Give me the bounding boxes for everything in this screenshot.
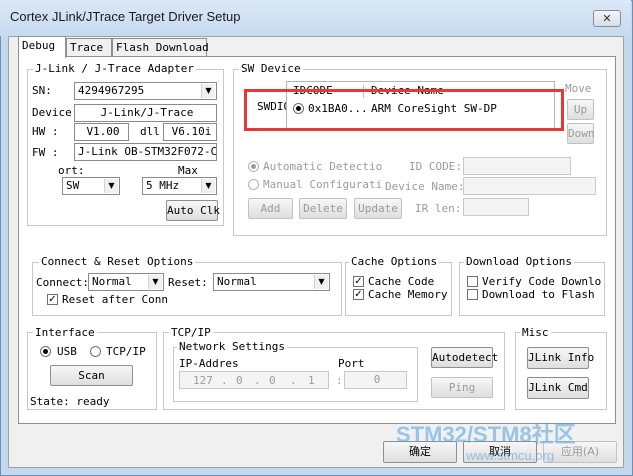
reset-after-conn-checkbox[interactable]: ✓	[47, 294, 58, 305]
auto-detect-label[interactable]: Automatic Detectio	[263, 160, 382, 173]
cache-code-label[interactable]: Cache Code	[368, 275, 434, 288]
scan-button[interactable]: Scan	[50, 365, 133, 386]
sn-label: SN:	[32, 84, 52, 97]
interface-legend: Interface	[33, 326, 97, 339]
connect-select[interactable]: Normal ▼	[88, 273, 164, 291]
device-label: Device:	[32, 106, 79, 119]
tcpip-radio[interactable]	[90, 346, 101, 357]
tcpip-radio-label[interactable]: TCP/IP	[106, 345, 146, 358]
chevron-down-icon: ▼	[104, 179, 118, 193]
chevron-down-icon: ▼	[201, 179, 215, 193]
chevron-down-icon: ▼	[314, 275, 328, 289]
ip-octet-4: 1	[308, 374, 315, 387]
autodetect-button[interactable]: Autodetect	[431, 347, 498, 368]
auto-clk-button[interactable]: Auto Clk	[166, 200, 220, 221]
ip-address-label: IP-Addres	[179, 357, 239, 370]
tab-trace[interactable]: Trace	[66, 38, 112, 57]
jlink-info-button[interactable]: JLink Info	[527, 347, 594, 369]
download-flash-checkbox[interactable]	[467, 289, 478, 300]
cache-memory-label[interactable]: Cache Memory	[368, 288, 447, 301]
ip-octet-2: 0	[236, 374, 243, 387]
chevron-down-icon: ▼	[148, 275, 162, 289]
usb-radio[interactable]	[40, 346, 51, 357]
ip-dot-1: .	[221, 374, 228, 387]
close-icon: ✕	[602, 12, 612, 25]
dll-label: dll	[140, 125, 160, 138]
id-code-label: ID CODE:	[409, 160, 462, 173]
max-clock-value: 5 MHz	[146, 179, 180, 192]
move-up-button[interactable]: Up	[567, 99, 594, 120]
adapter-legend: J-Link / J-Trace Adapter	[33, 62, 196, 75]
sn-select[interactable]: 4294967295 ▼	[74, 82, 217, 100]
ip-dot-2: .	[254, 374, 261, 387]
port-value: SW	[66, 179, 80, 192]
tab-debug[interactable]: Debug	[18, 36, 66, 58]
hw-label: HW :	[32, 125, 59, 138]
verify-code-label[interactable]: Verify Code Downlo	[482, 275, 601, 288]
usb-label[interactable]: USB	[57, 345, 77, 358]
reset-value: Normal	[217, 275, 257, 288]
fw-field: J-Link OB-STM32F072-Cor	[74, 143, 217, 161]
update-button[interactable]: Update	[354, 198, 402, 219]
delete-button[interactable]: Delete	[299, 198, 347, 219]
port-separator: :	[336, 374, 343, 387]
hw-field: V1.00	[74, 123, 129, 141]
device-name-input[interactable]	[463, 177, 596, 195]
port-select[interactable]: SW ▼	[62, 177, 120, 195]
cache-options-legend: Cache Options	[349, 255, 440, 268]
misc-legend: Misc	[520, 326, 551, 339]
move-down-button[interactable]: Down	[567, 123, 595, 144]
auto-detect-radio[interactable]	[248, 161, 259, 172]
state-text: State: ready	[30, 395, 110, 408]
cache-code-checkbox[interactable]: ✓	[353, 276, 364, 287]
sn-value: 4294967295	[78, 84, 145, 97]
ip-dot-3: .	[290, 374, 297, 387]
device-field: J-Link/J-Trace	[74, 104, 217, 122]
id-code-input[interactable]	[463, 157, 571, 175]
device-name-label: Device Name:	[385, 180, 465, 193]
close-button[interactable]: ✕	[593, 10, 621, 27]
ir-len-label: IR len:	[415, 202, 462, 215]
move-label: Move	[565, 82, 592, 95]
chevron-down-icon: ▼	[201, 84, 215, 98]
network-settings-legend: Network Settings	[177, 340, 287, 353]
sw-device-legend: SW Device	[239, 62, 303, 75]
jlink-cmd-button[interactable]: JLink Cmd	[527, 377, 589, 399]
download-flash-label[interactable]: Download to Flash	[482, 288, 595, 301]
dll-field: V6.10i	[163, 123, 217, 141]
verify-code-checkbox[interactable]	[467, 276, 478, 287]
connect-reset-legend: Connect & Reset Options	[39, 255, 196, 268]
port-label: ort:	[58, 164, 85, 177]
manual-config-radio[interactable]	[248, 179, 259, 190]
connect-label: Connect:	[36, 276, 89, 289]
watermark-url: www.stmcu.org	[466, 448, 555, 463]
ip-octet-3: 0	[269, 374, 276, 387]
connect-value: Normal	[92, 275, 132, 288]
max-clock-select[interactable]: 5 MHz ▼	[142, 177, 217, 195]
watermark-text: STM32/STM8社区	[396, 422, 576, 447]
ir-len-input[interactable]	[463, 198, 529, 216]
ip-octet-1: 127	[193, 374, 213, 387]
ping-button[interactable]: Ping	[431, 377, 493, 398]
reset-select[interactable]: Normal ▼	[213, 273, 330, 291]
add-button[interactable]: Add	[248, 198, 293, 219]
port-label-tcpip: Port	[338, 357, 365, 370]
fw-label: FW :	[32, 146, 59, 159]
tab-flash-download[interactable]: Flash Download	[112, 38, 209, 57]
cache-memory-checkbox[interactable]: ✓	[353, 289, 364, 300]
highlight-box	[244, 89, 564, 131]
download-options-legend: Download Options	[464, 255, 574, 268]
reset-label: Reset:	[168, 276, 208, 289]
window-title: Cortex JLink/JTrace Target Driver Setup	[10, 9, 241, 24]
reset-after-conn-label[interactable]: Reset after Conn	[62, 293, 168, 306]
tcpip-legend: TCP/IP	[169, 326, 213, 339]
port-input[interactable]: 0	[344, 371, 407, 389]
max-label: Max	[178, 164, 198, 177]
manual-config-label[interactable]: Manual Configurati	[263, 178, 382, 191]
